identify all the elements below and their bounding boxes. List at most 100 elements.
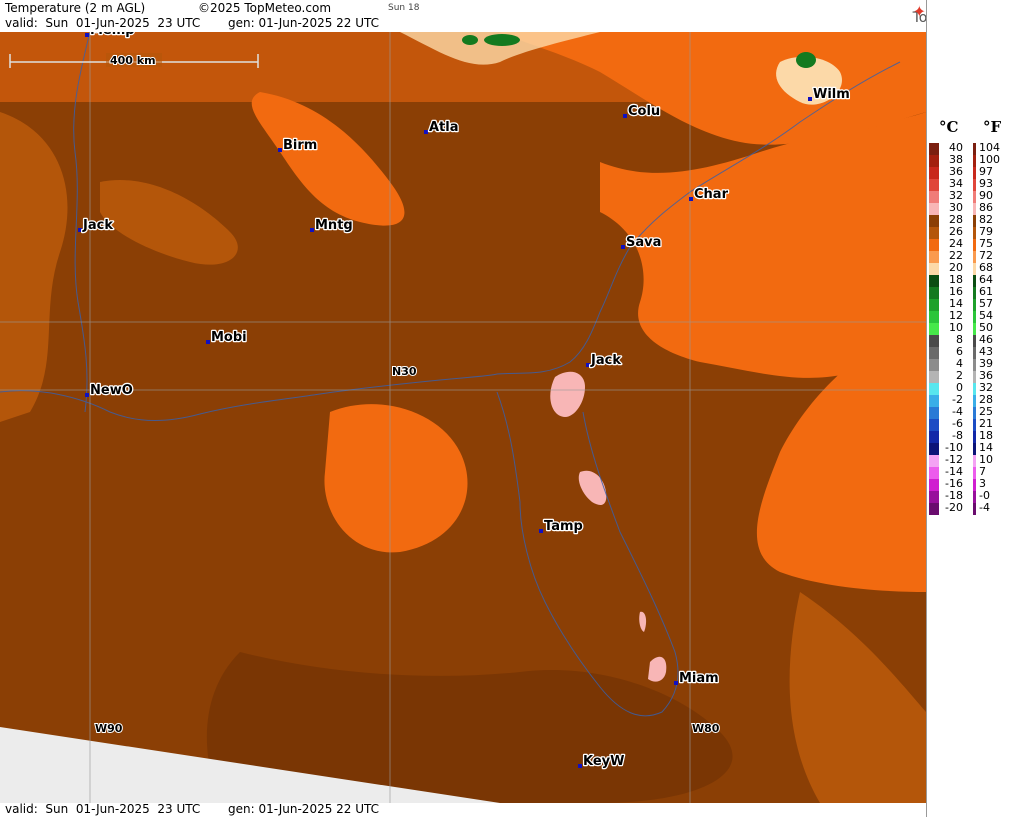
legend-swatch-fahrenheit	[973, 191, 976, 203]
legend-swatch-fahrenheit	[973, 467, 976, 479]
legend-swatch-fahrenheit	[973, 503, 976, 515]
legend-swatch-celsius	[929, 491, 939, 503]
legend-swatch-celsius	[929, 359, 939, 371]
scale-bar-label: 400 km	[110, 54, 156, 67]
legend-swatch-celsius	[929, 275, 939, 287]
legend-swatch-fahrenheit	[973, 227, 976, 239]
city-label: NewO	[90, 383, 133, 398]
legend-swatch-celsius	[929, 419, 939, 431]
legend-swatch-fahrenheit	[973, 419, 976, 431]
legend-swatch-fahrenheit	[973, 167, 976, 179]
legend-swatch-fahrenheit	[973, 335, 976, 347]
city-marker	[621, 245, 625, 249]
city-marker	[578, 764, 582, 768]
legend-swatch-celsius	[929, 311, 939, 323]
legend-fahrenheit-value: -4	[979, 501, 990, 514]
city-marker	[689, 197, 693, 201]
city-label: Jack	[82, 218, 113, 233]
legend-swatch-fahrenheit	[973, 203, 976, 215]
longitude-label-w80: W80	[692, 722, 720, 735]
legend-swatch-fahrenheit	[973, 347, 976, 359]
temperature-map[interactable]: 400 km Memp Birm Atla Colu Wilm Jack Mntg Char S…	[0, 32, 926, 803]
legend-swatch-fahrenheit	[973, 299, 976, 311]
legend-swatch-celsius	[929, 407, 939, 419]
legend-swatch-celsius	[929, 455, 939, 467]
legend-swatch-fahrenheit	[973, 479, 976, 491]
legend-swatch-celsius	[929, 251, 939, 263]
legend-swatch-fahrenheit	[973, 155, 976, 167]
legend-swatch-celsius	[929, 347, 939, 359]
city-label: Birm	[283, 138, 317, 153]
legend-swatch-celsius	[929, 203, 939, 215]
legend-swatch-celsius	[929, 503, 939, 515]
legend-swatch-celsius	[929, 479, 939, 491]
legend-row: -20 -4	[927, 501, 1017, 515]
legend-swatch-fahrenheit	[973, 275, 976, 287]
city-label: KeyW	[583, 754, 624, 769]
legend-swatch-fahrenheit	[973, 251, 976, 263]
fahrenheit-unit-label: °F	[983, 118, 1002, 136]
legend-swatch-celsius	[929, 323, 939, 335]
city-marker	[278, 148, 282, 152]
city-label: Jack	[590, 353, 621, 368]
legend-swatch-celsius	[929, 335, 939, 347]
legend-swatch-fahrenheit	[973, 407, 976, 419]
longitude-label-w90: W90	[95, 722, 123, 735]
legend-swatch-fahrenheit	[973, 311, 976, 323]
legend-swatch-celsius	[929, 287, 939, 299]
legend-swatch-celsius	[929, 299, 939, 311]
city-marker	[808, 97, 812, 101]
model-run: Sun 18	[388, 3, 420, 13]
latitude-label-n30: N30	[392, 365, 417, 378]
legend-swatch-celsius	[929, 179, 939, 191]
legend-swatch-celsius	[929, 431, 939, 443]
legend-swatch-fahrenheit	[973, 287, 976, 299]
city-label: Mobi	[211, 330, 247, 345]
legend-swatch-celsius	[929, 371, 939, 383]
legend-swatch-celsius	[929, 191, 939, 203]
map-footer: valid: Sun 01-Jun-2025 23 UTC gen: 01-Ju…	[0, 802, 926, 817]
topmeteo-logo: TopMeteo✦	[913, 2, 980, 29]
compass-star-icon: ✦	[912, 2, 926, 21]
city-marker	[85, 33, 89, 37]
legend-swatch-celsius	[929, 167, 939, 179]
legend-swatch-celsius	[929, 239, 939, 251]
copyright: ©2025 TopMeteo.com	[198, 1, 332, 15]
city-label: Sava	[626, 235, 661, 250]
city-marker	[623, 114, 627, 118]
legend-swatch-celsius	[929, 395, 939, 407]
city-marker	[78, 228, 82, 232]
legend-swatch-celsius	[929, 467, 939, 479]
city-marker	[424, 130, 428, 134]
city-marker	[85, 393, 89, 397]
generated-time: gen: 01-Jun-2025 22 UTC	[228, 16, 380, 30]
celsius-unit-label: °C	[939, 118, 959, 136]
legend-swatch-fahrenheit	[973, 491, 976, 503]
legend-swatch-fahrenheit	[973, 431, 976, 443]
city-label: Memp	[90, 32, 135, 38]
map-header: Temperature (2 m AGL) ©2025 TopMeteo.com…	[0, 0, 980, 32]
city-label: Colu	[628, 104, 660, 119]
legend-swatch-fahrenheit	[973, 383, 976, 395]
city-marker	[310, 228, 314, 232]
legend-celsius-value: -20	[945, 501, 963, 514]
legend-swatch-fahrenheit	[973, 323, 976, 335]
legend-swatch-fahrenheit	[973, 215, 976, 227]
legend-swatch-celsius	[929, 443, 939, 455]
legend-swatch-fahrenheit	[973, 371, 976, 383]
legend-swatch-celsius	[929, 215, 939, 227]
footer-generated-time: gen: 01-Jun-2025 22 UTC	[228, 802, 380, 816]
map-title: Temperature (2 m AGL)	[5, 1, 146, 15]
legend-swatch-celsius	[929, 227, 939, 239]
legend-swatch-fahrenheit	[973, 455, 976, 467]
legend-swatch-fahrenheit	[973, 443, 976, 455]
legend-swatch-fahrenheit	[973, 263, 976, 275]
legend-swatch-celsius	[929, 143, 939, 155]
legend-swatch-fahrenheit	[973, 179, 976, 191]
city-marker	[206, 340, 210, 344]
footer-valid-time: valid: Sun 01-Jun-2025 23 UTC	[5, 802, 201, 816]
city-label: Char	[694, 187, 729, 202]
legend-swatch-celsius	[929, 383, 939, 395]
legend-swatch-fahrenheit	[973, 143, 976, 155]
city-marker	[586, 363, 590, 367]
